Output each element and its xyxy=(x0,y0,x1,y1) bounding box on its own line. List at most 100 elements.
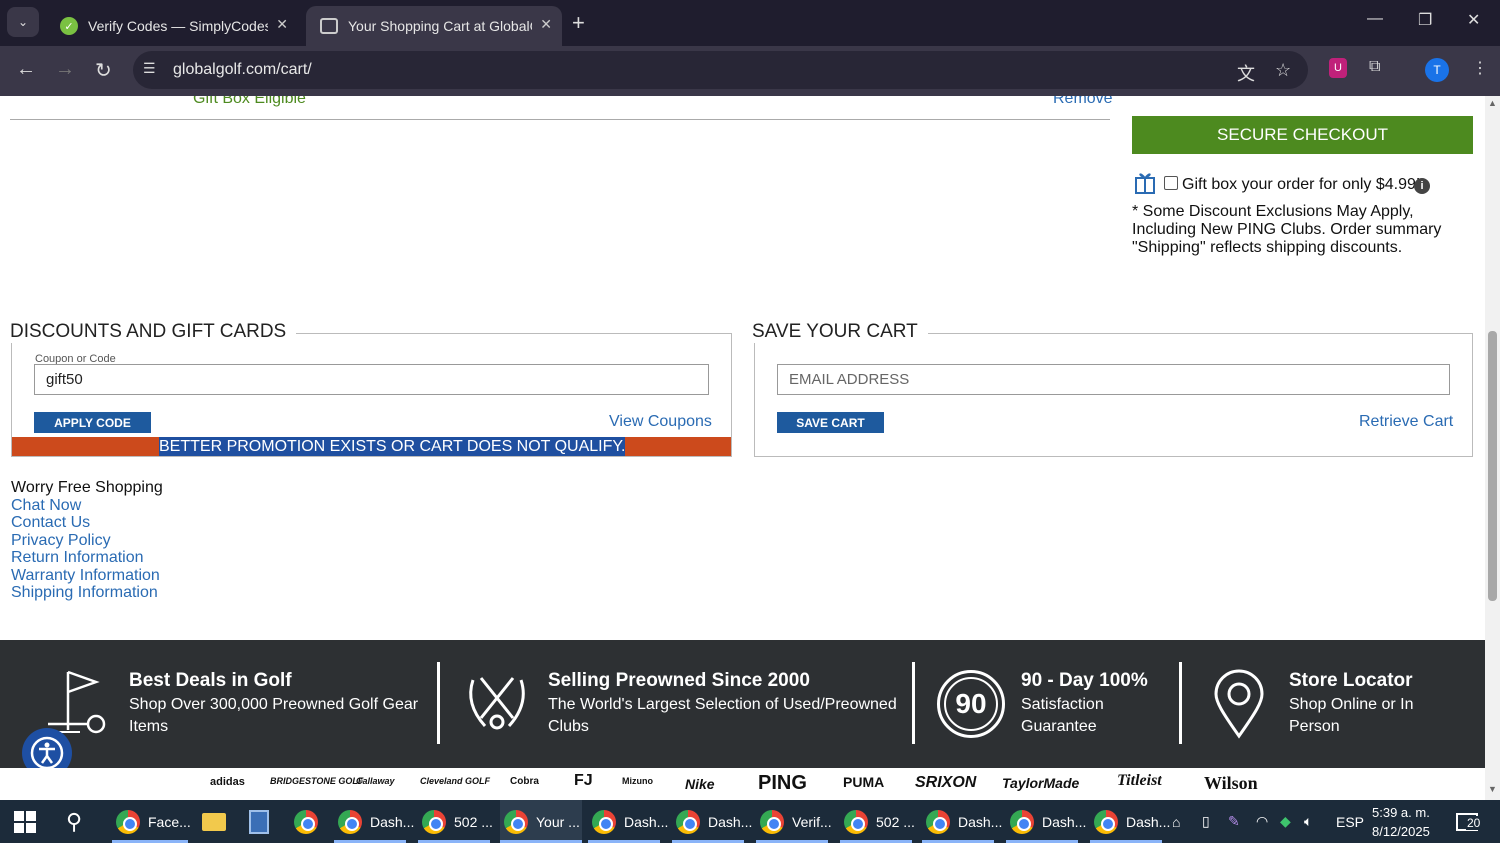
taskbar-item-label: Face... xyxy=(148,813,191,830)
chrome-icon xyxy=(676,809,700,834)
brand-logo-srixon[interactable]: SRIXON xyxy=(915,774,976,792)
taskbar-item-chrome[interactable]: Dash... xyxy=(922,800,1002,843)
retrieve-cart-link[interactable]: Retrieve Cart xyxy=(1359,413,1453,431)
taskbar-item-chrome[interactable]: Dash... xyxy=(1006,800,1086,843)
brand-logo-adidas[interactable]: adidas xyxy=(210,776,245,788)
feature-description: Satisfaction Guarantee xyxy=(1021,696,1104,735)
chat-now-link[interactable]: Chat Now xyxy=(11,497,163,515)
brand-logo-wilson[interactable]: Wilson xyxy=(1204,773,1258,794)
wifi-icon[interactable]: ◠ xyxy=(1256,800,1268,843)
view-coupons-link[interactable]: View Coupons xyxy=(609,413,712,431)
close-tab-icon[interactable]: ✕ xyxy=(276,16,288,33)
save-cart-button[interactable]: SAVE CART xyxy=(777,412,884,433)
taskbar-item-chrome[interactable]: Dash... xyxy=(588,800,668,843)
taskbar-item-chrome[interactable]: Verif... xyxy=(756,800,832,843)
taskbar-item-chrome[interactable]: 502 ... xyxy=(840,800,916,843)
notifications-icon[interactable]: 20 xyxy=(1456,800,1482,843)
feature-divider xyxy=(437,662,440,744)
chrome-icon xyxy=(592,809,616,834)
browser-menu-icon[interactable]: ⋮ xyxy=(1472,58,1488,78)
address-bar[interactable]: ☰ globalgolf.com/cart/ 文 ☆ xyxy=(133,51,1308,89)
coupon-code-input[interactable]: gift50 xyxy=(34,364,709,395)
shield-icon[interactable]: ◆ xyxy=(1280,800,1291,843)
remove-item-link[interactable]: Remove xyxy=(1053,96,1113,108)
start-button[interactable] xyxy=(14,800,36,843)
apply-code-button[interactable]: APPLY CODE xyxy=(34,412,151,433)
feature-title: Store Locator xyxy=(1289,670,1413,691)
worry-free-shopping-links: Worry Free Shopping Chat Now Contact Us … xyxy=(11,479,163,602)
contact-us-link[interactable]: Contact Us xyxy=(11,514,163,532)
brand-logo-footjoy[interactable]: FJ xyxy=(574,772,593,790)
close-tab-icon[interactable]: ✕ xyxy=(540,16,552,33)
forward-icon[interactable]: → xyxy=(55,58,75,81)
reload-icon[interactable]: ↻ xyxy=(95,58,112,83)
chrome-icon xyxy=(504,809,528,834)
brand-logo-ping[interactable]: PING xyxy=(758,772,807,795)
minimize-icon[interactable]: — xyxy=(1367,10,1383,28)
feature-best-deals: Best Deals in Golf Shop Over 300,000 Pre… xyxy=(129,670,419,738)
feature-title: Best Deals in Golf xyxy=(129,670,292,691)
pen-icon[interactable]: ✎ xyxy=(1228,800,1240,843)
folder-icon xyxy=(202,812,226,831)
ublock-extension-icon[interactable]: U xyxy=(1329,58,1347,78)
brand-logo-bridgestone[interactable]: BRIDGESTONE GOLF xyxy=(270,776,363,786)
feature-divider xyxy=(1179,662,1182,744)
taskbar-item-chrome[interactable]: Dash... xyxy=(334,800,414,843)
file-explorer-icon[interactable] xyxy=(202,800,226,843)
feature-title: Selling Preowned Since 2000 xyxy=(548,670,810,691)
input-language[interactable]: ESP xyxy=(1336,800,1364,843)
taskbar-item-chrome[interactable]: Face... xyxy=(112,800,192,843)
translate-icon[interactable]: 文 xyxy=(1237,60,1255,86)
profile-avatar[interactable]: T xyxy=(1425,58,1449,82)
restore-icon[interactable]: ❐ xyxy=(1418,10,1432,30)
volume-icon[interactable]: 🔈︎ xyxy=(1304,800,1312,843)
brand-logo-cobra[interactable]: Cobra xyxy=(510,776,539,787)
windows-logo-icon xyxy=(14,810,36,833)
taskbar-item-chrome-active[interactable]: Your ... xyxy=(500,800,582,843)
brand-logo-titleist[interactable]: Titleist xyxy=(1117,772,1162,790)
scrollbar-thumb[interactable] xyxy=(1488,331,1497,601)
back-icon[interactable]: ← xyxy=(16,58,36,81)
clock-time: 5:39 a. m. xyxy=(1372,805,1430,820)
tab-globalgolf-cart[interactable]: Your Shopping Cart at GlobalGolf ✕ xyxy=(306,6,562,46)
page-scrollbar[interactable]: ▲ ▼ xyxy=(1485,96,1500,800)
info-icon[interactable]: i xyxy=(1414,178,1430,194)
brand-logo-cleveland[interactable]: Cleveland GOLF xyxy=(420,776,490,786)
tray-overflow-icon[interactable]: ⌂ xyxy=(1172,800,1180,843)
brand-logo-puma[interactable]: PUMA xyxy=(843,774,884,790)
feature-divider xyxy=(912,662,915,744)
scroll-up-arrow-icon[interactable]: ▲ xyxy=(1488,98,1497,108)
secure-checkout-button[interactable]: SECURE CHECKOUT xyxy=(1132,116,1473,154)
calculator-icon[interactable] xyxy=(249,800,269,843)
close-window-icon[interactable]: ✕ xyxy=(1467,10,1480,30)
search-icon[interactable]: ⚲ xyxy=(66,800,82,843)
brand-logo-mizuno[interactable]: Mizuno xyxy=(622,776,653,786)
notification-count: 20 xyxy=(1466,816,1482,830)
return-information-link[interactable]: Return Information xyxy=(11,549,163,567)
email-address-input[interactable]: EMAIL ADDRESS xyxy=(777,364,1450,395)
warranty-information-link[interactable]: Warranty Information xyxy=(11,567,163,585)
chrome-icon xyxy=(294,809,318,834)
taskbar-item-label: Dash... xyxy=(624,813,669,830)
privacy-policy-link[interactable]: Privacy Policy xyxy=(11,532,163,550)
shipping-information-link[interactable]: Shipping Information xyxy=(11,584,163,602)
brand-logo-callaway[interactable]: Callaway xyxy=(356,776,395,786)
new-tab-icon[interactable]: + xyxy=(572,10,585,36)
taskbar-item-chrome[interactable]: 502 ... xyxy=(418,800,494,843)
bookmark-star-icon[interactable]: ☆ xyxy=(1275,60,1291,81)
tab-simplycodes[interactable]: ✓ Verify Codes — SimplyCodes ✕ xyxy=(46,6,298,46)
brand-logo-taylormade[interactable]: TaylorMade xyxy=(1002,775,1079,791)
site-info-icon[interactable]: ☰ xyxy=(143,60,156,77)
scroll-down-arrow-icon[interactable]: ▼ xyxy=(1488,784,1497,794)
brand-logo-nike[interactable]: Nike xyxy=(685,776,715,792)
gift-box-checkbox[interactable] xyxy=(1164,176,1178,190)
extensions-puzzle-icon[interactable]: ⧉ xyxy=(1369,58,1380,76)
usb-device-icon[interactable]: ▯ xyxy=(1202,800,1210,843)
feature-guarantee: 90 - Day 100% Satisfaction Guarantee xyxy=(1021,670,1171,738)
taskbar-chrome-plain[interactable] xyxy=(294,800,326,843)
crossed-clubs-laurel-icon xyxy=(469,677,525,730)
tab-search-button[interactable]: ⌄ xyxy=(7,7,39,37)
taskbar-item-chrome[interactable]: Dash... xyxy=(672,800,752,843)
taskbar-item-chrome[interactable]: Dash... xyxy=(1090,800,1170,843)
system-clock[interactable]: 5:39 a. m. 8/12/2025 xyxy=(1372,803,1430,841)
